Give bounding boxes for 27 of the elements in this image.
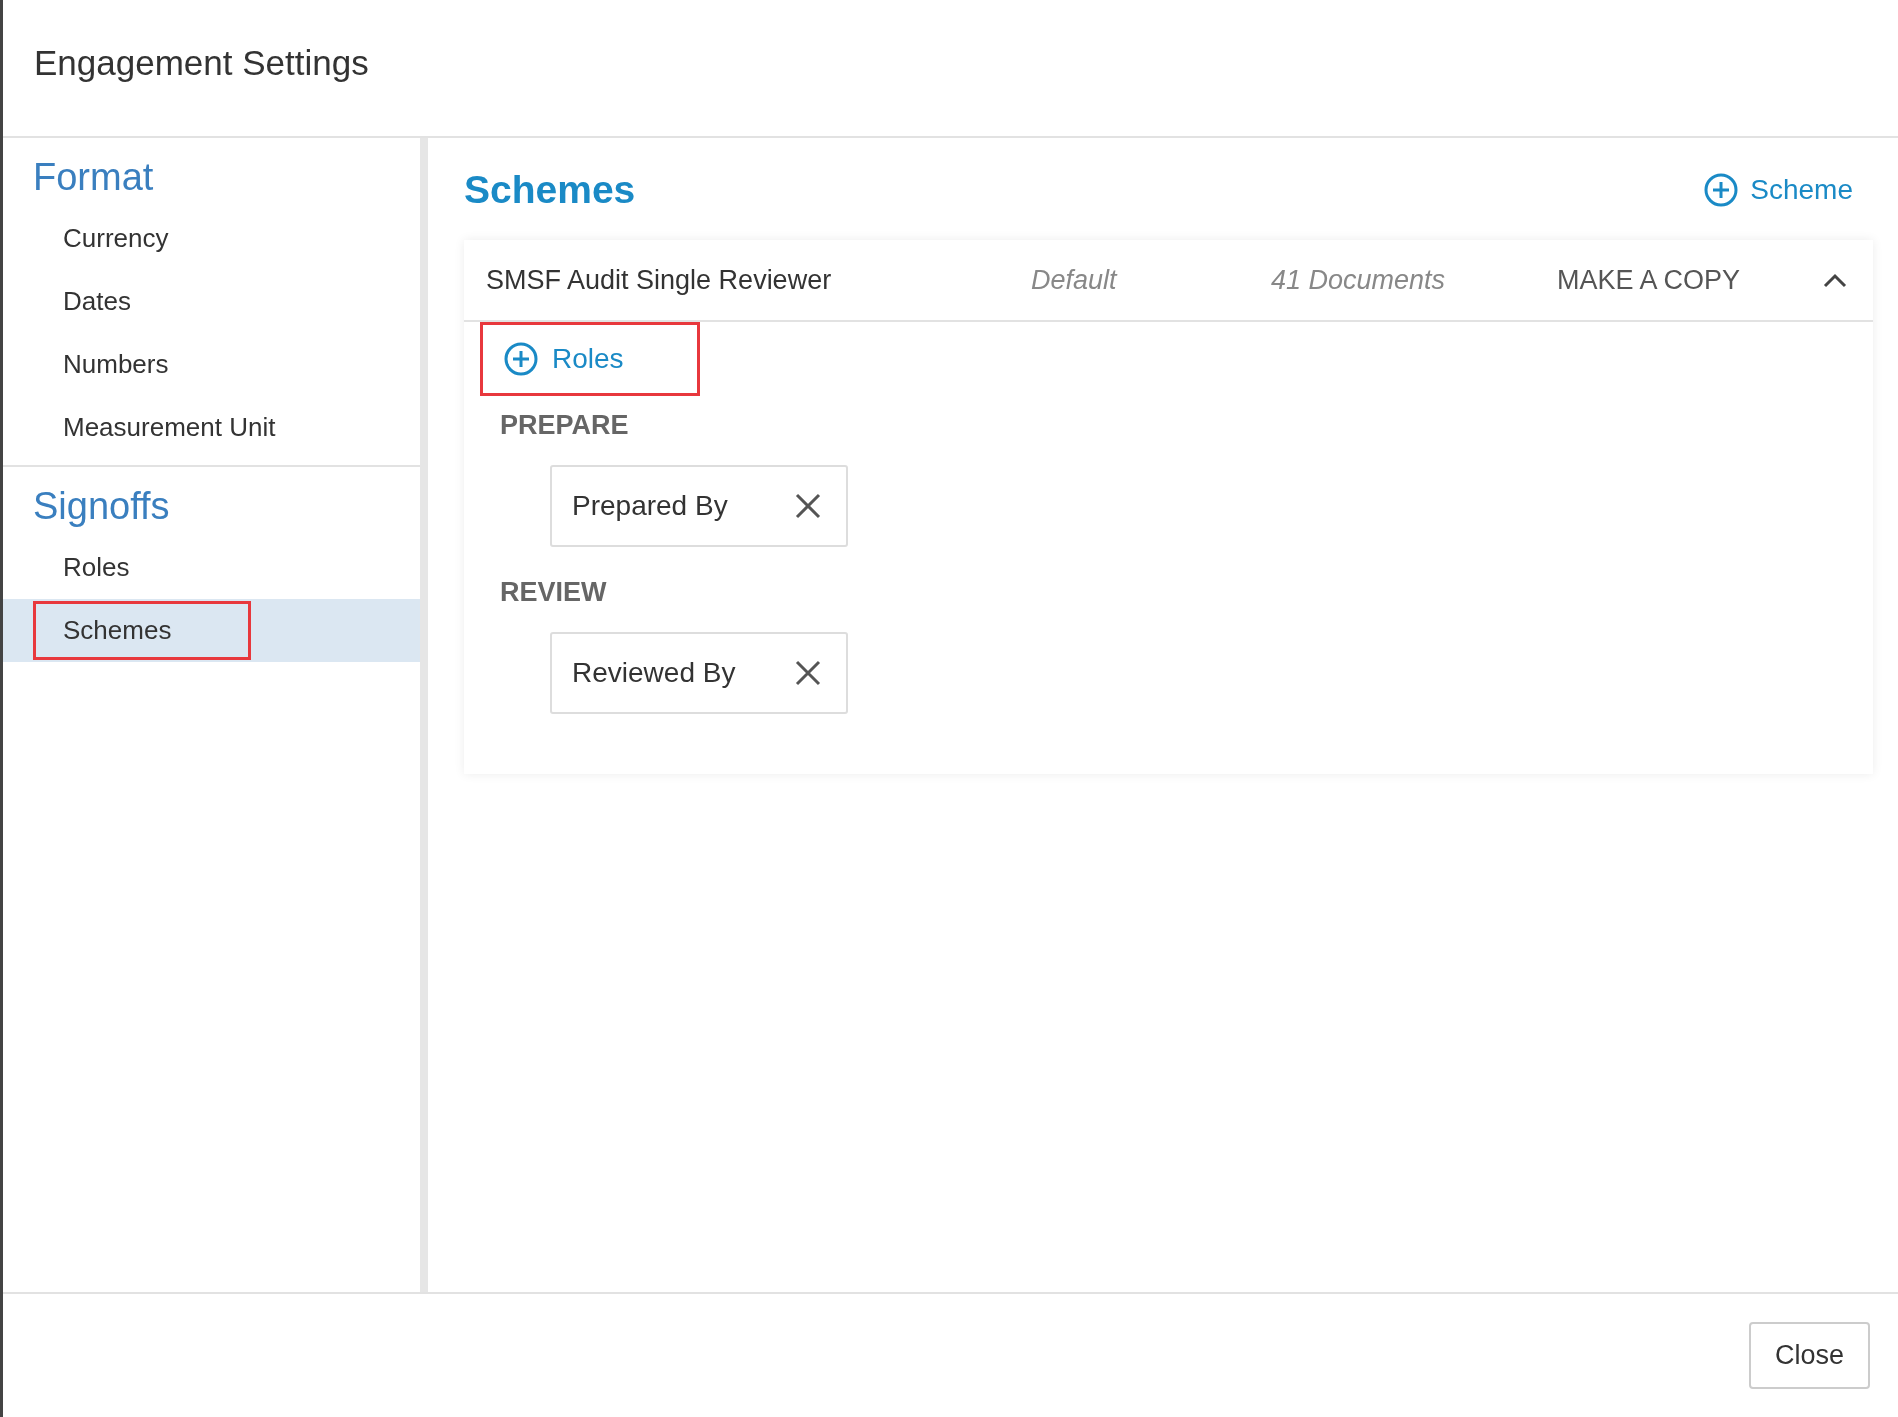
section-heading: Format: [32, 156, 154, 199]
sidebar-item[interactable]: Currency: [3, 207, 420, 270]
section-heading: Signoffs: [32, 485, 170, 528]
close-icon[interactable]: [794, 659, 822, 687]
sidebar-item[interactable]: Dates: [3, 270, 420, 333]
sidebar-item[interactable]: Measurement Unit: [3, 396, 420, 459]
chevron-icon[interactable]: [1822, 272, 1848, 288]
close-button[interactable]: Close: [1748, 1322, 1870, 1389]
scheme-name: SMSF Audit Single Reviewer: [486, 264, 833, 296]
document-count: 41 Documents: [1271, 264, 1447, 296]
scheme-status: Default: [1031, 264, 1119, 296]
close-icon[interactable]: [794, 492, 822, 520]
sidebar-item[interactable]: Schemes: [3, 599, 420, 662]
add-icon: [1704, 173, 1739, 207]
role-label: Reviewed By: [572, 657, 736, 689]
sidebar-item[interactable]: Roles: [3, 536, 420, 599]
highlight-frame: Schemes: [33, 601, 252, 660]
add-scheme-button[interactable]: Scheme: [1704, 173, 1873, 207]
stage-heading: PREPARE: [500, 410, 630, 441]
stage-heading: REVIEW: [500, 577, 608, 608]
page-heading: Schemes: [464, 168, 636, 212]
role-label: Prepared By: [572, 490, 728, 522]
add-roles-button[interactable]: Roles: [480, 322, 700, 396]
dialog-title: Engagement Settings: [34, 43, 369, 84]
sidebar-item[interactable]: Numbers: [3, 333, 420, 396]
add-icon: [504, 342, 538, 376]
make-copy-button[interactable]: MAKE A COPY: [1557, 264, 1822, 296]
